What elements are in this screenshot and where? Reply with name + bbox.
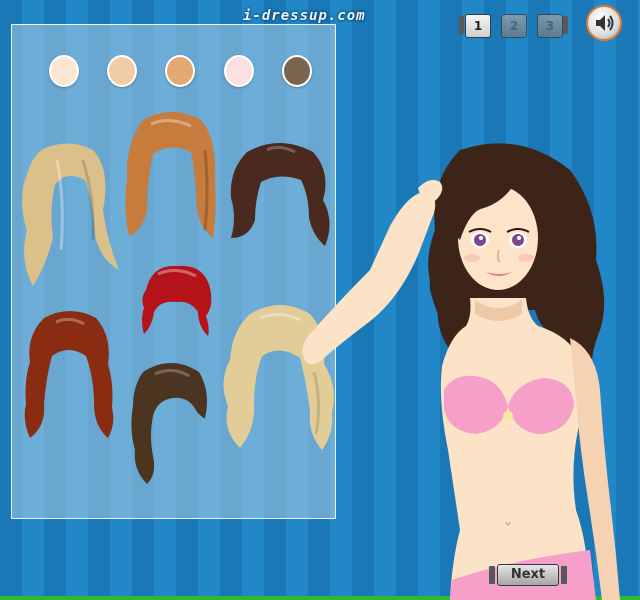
- page-buttons-left-cap: [459, 16, 464, 34]
- auburn-pigtail-hair-option[interactable]: [22, 308, 116, 440]
- next-button-label: Next: [497, 564, 559, 586]
- page-3-button[interactable]: 3: [537, 14, 563, 38]
- dark-brown-side-swept-hair-option[interactable]: [127, 360, 209, 485]
- long-auburn-straight-hair-option[interactable]: [121, 110, 221, 240]
- speaker-icon: [596, 15, 614, 31]
- page-1-button[interactable]: 1: [465, 14, 491, 38]
- skin-tone-swatch-1[interactable]: [49, 55, 79, 87]
- page-2-button[interactable]: 2: [501, 14, 527, 38]
- next-button-right-cap: [561, 566, 567, 584]
- next-button-left-cap: [489, 566, 495, 584]
- skin-tone-swatch-3[interactable]: [165, 55, 195, 87]
- page-buttons-right-cap: [563, 16, 568, 34]
- doll-character: [302, 143, 620, 600]
- skin-tone-swatch-4[interactable]: [224, 55, 254, 87]
- next-button[interactable]: Next: [489, 563, 567, 587]
- sound-toggle-button[interactable]: [586, 5, 622, 41]
- skin-tone-swatch-5[interactable]: [282, 55, 312, 87]
- long-blonde-wavy-hair-option[interactable]: [15, 140, 120, 290]
- skin-tone-swatch-2[interactable]: [107, 55, 137, 87]
- red-updo-hair-option[interactable]: [138, 262, 214, 338]
